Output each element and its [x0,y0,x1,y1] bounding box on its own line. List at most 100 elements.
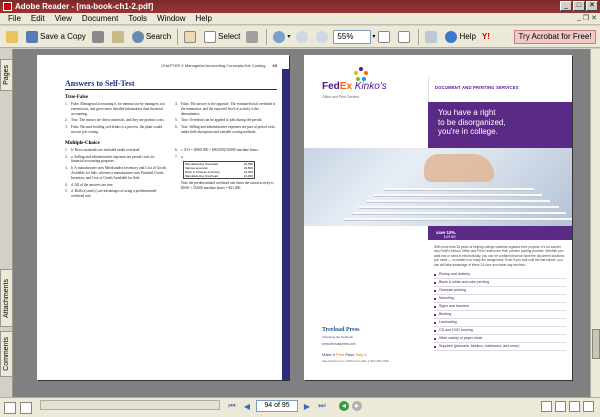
menu-bar: File Edit View Document Tools Window Hel… [0,13,600,25]
publisher-url: www.treeloadpress.com [322,342,356,346]
next-view-button[interactable]: ▸ [352,401,362,411]
brand-fed: Fed [322,81,340,92]
make-it-slogan: Make it Print Pass Ship it [322,352,367,357]
page-navigation: ⏮ ◀ 94 of 95 ▶ ⏭ ◂ ▸ [226,400,362,412]
service-item: CD and DVD burning [434,327,566,335]
continuous-button[interactable] [555,401,566,412]
menu-file[interactable]: File [3,14,26,23]
select-label: Select [218,32,241,41]
save-copy-button[interactable]: Save a Copy [23,28,89,46]
facing-button[interactable] [569,401,580,412]
headline-line-2: to be disorganized, [438,117,506,127]
mc-column-left: 1. b. Direct materials are included under… [65,148,167,201]
yahoo-icon: Y! [481,32,490,41]
hand-image [424,154,494,182]
menu-view[interactable]: View [50,14,77,23]
thumbnail-panel-icon[interactable] [20,401,32,414]
journal-entry-table: Manufacturing Overhead 22,500 Various acco… [183,161,255,180]
rotate-icon [425,30,438,43]
next-page-button[interactable]: ▶ [301,400,313,412]
tf-column-left: 1. False. Managerial accounting is for in… [65,102,167,137]
brand-ex: Ex [339,81,353,92]
menu-tools[interactable]: Tools [123,14,152,23]
tf-heading: True-False [65,95,88,100]
answer-note: Note the predetermined overhead rate tim… [181,181,274,191]
service-item: Signs and banners [434,303,566,311]
previous-page-button[interactable]: ◀ [241,400,253,412]
zoom-tool-button[interactable]: ▾ [270,28,293,46]
kinkos-star-icon [354,67,368,81]
service-item: Laminating [434,319,566,327]
mc-answer: 1. b. Direct materials are included under… [65,147,141,152]
doc-restore-button[interactable]: ❐ [583,14,589,22]
mc-answer: 3. b. A manufacturer uses Merchandise Inv… [65,166,167,180]
tf-answer: 6. True. Selling and administrative expen… [175,125,275,134]
menu-window[interactable]: Window [152,14,190,23]
pdf-page-left: CHAPTER 2 Managerial Accounting Concepts… [37,55,289,380]
discount-bar: Let us organize your projects and you sa… [428,226,572,259]
continuous-facing-button[interactable] [583,401,594,412]
section-title: Answers to Self-Test [65,79,135,88]
tf-answer: 4. False. The answer is the opposite. The… [175,102,276,116]
tf-answer: 1. False. Managerial accounting is for in… [65,102,165,116]
toolbar-separator [266,28,268,45]
search-button[interactable]: Search [129,28,174,46]
mc-heading: Multiple-Choice [65,140,100,146]
yahoo-button[interactable]: Y! [479,28,493,46]
page-number-field[interactable]: 94 of 95 [256,400,298,412]
doc-minimize-button[interactable]: _ [577,14,581,22]
minimize-button[interactable]: _ [560,1,572,11]
tab-attachments[interactable]: Attachments [0,269,13,327]
contact-info: fedexkinkos.com 1.800.Go.FedEx 1.800.463… [322,359,389,363]
service-item: Supplies (planners, binders, notebooks, … [434,343,566,351]
tab-pages-label: Pages [3,65,10,85]
header-text: CHAPTER 2 Managerial Accounting Concepts… [161,63,266,68]
mc-answer: 6. c. $13 = ($560,000 ÷ $90,000)/50,000 m… [175,147,259,152]
doc-close-button[interactable]: ✕ [591,14,597,22]
try-acrobat-button[interactable]: Try Acrobat for Free! [514,30,596,44]
tab-comments[interactable]: Comments [0,331,13,377]
binoculars-icon [131,30,144,43]
zoom-out-button[interactable] [293,28,313,46]
last-page-button[interactable]: ⏭ [316,400,328,412]
tf-column-right: 4. False. The answer is the opposite. The… [175,102,277,137]
adobe-reader-icon [3,2,12,11]
close-button[interactable]: ✕ [586,1,598,11]
single-page-button[interactable] [541,401,552,412]
zoom-level-field[interactable]: 55% [333,29,372,44]
help-button[interactable]: Help [442,28,478,46]
printer-icon [91,30,104,43]
tf-answer: 2. True. The motors are direct materials,… [65,118,165,123]
save-copy-label: Save a Copy [40,32,86,41]
menu-edit[interactable]: Edit [26,14,50,23]
zoom-in-icon [316,30,329,43]
tf-answer: 5. True. Overhead can be applied to jobs … [175,118,263,123]
maximize-button[interactable]: □ [573,1,585,11]
help-label: Help [459,32,476,41]
fit-page-button[interactable] [375,28,395,46]
print-button[interactable] [89,28,109,46]
first-page-button[interactable]: ⏮ [226,400,238,412]
rotate-button[interactable] [422,28,442,46]
vertical-scrollbar[interactable] [590,49,600,397]
select-tool-button[interactable]: Select [201,28,243,46]
folder-icon [6,30,18,43]
menu-help[interactable]: Help [191,14,217,23]
bookmark-panel-icon[interactable] [4,401,16,414]
tab-pages[interactable]: Pages [0,59,13,91]
menu-document[interactable]: Document [77,14,123,23]
hand-icon [184,30,197,43]
service-item: Pickup and delivery [434,271,566,279]
fit-width-button[interactable] [395,28,415,46]
hand-tool-button[interactable] [181,28,201,46]
scrollbar-thumb[interactable] [592,329,600,359]
mc-answer: 5. d. Both (a) and (c) are advantages of … [65,189,157,199]
horizontal-scrollbar[interactable] [40,400,220,410]
snapshot-button[interactable] [243,28,263,46]
previous-view-button[interactable]: ◂ [339,401,349,411]
email-button[interactable] [109,28,129,46]
chevron-down-icon: ▾ [287,34,291,40]
zoom-in-button[interactable] [313,28,333,46]
cursor-icon [204,30,217,43]
open-button[interactable] [3,28,23,46]
